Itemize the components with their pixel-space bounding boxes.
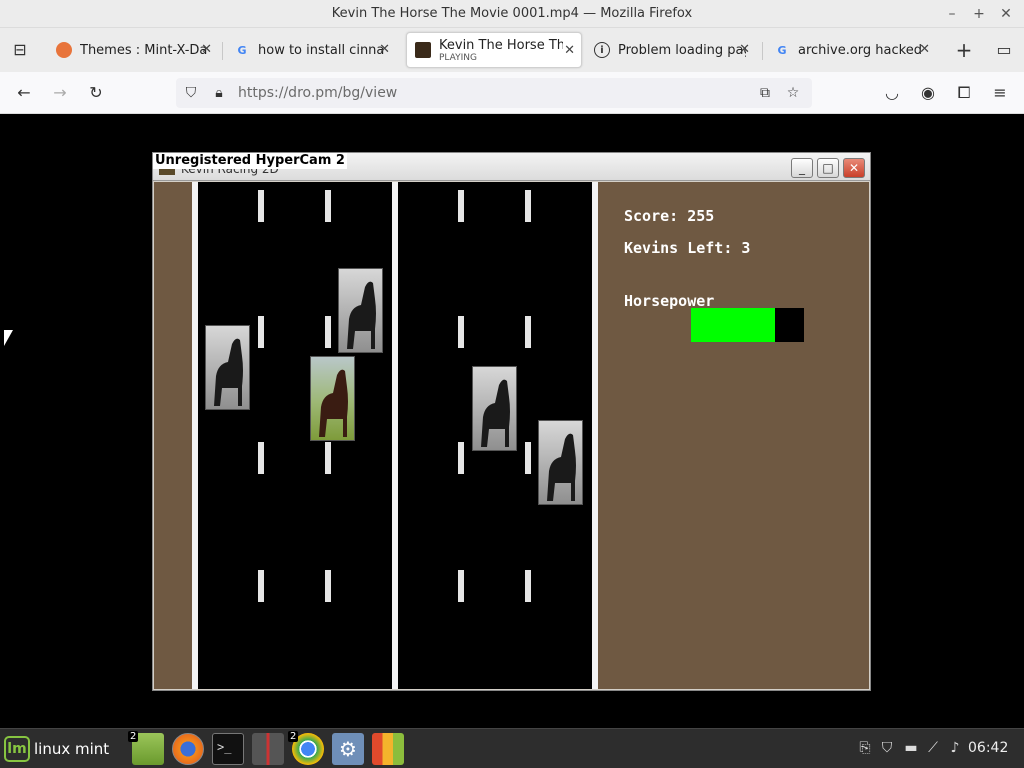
orange-circle-icon bbox=[56, 42, 72, 58]
lane-dash bbox=[258, 190, 264, 222]
horse-sprite bbox=[205, 325, 250, 410]
firefox-icon[interactable] bbox=[172, 733, 204, 765]
game-area: Score: 255 Kevins Left: 3 Horsepower bbox=[154, 182, 869, 689]
horsepower-bar bbox=[691, 308, 804, 342]
lane-dash bbox=[525, 570, 531, 602]
clipboard-icon[interactable]: ⎘ bbox=[856, 739, 874, 757]
close-tab-icon[interactable]: ✕ bbox=[564, 43, 575, 58]
files-folder-icon[interactable]: 2 bbox=[128, 731, 164, 765]
tab-label: Themes : Mint-X-Dar bbox=[80, 42, 208, 58]
network-icon[interactable]: ⟋ bbox=[924, 739, 942, 757]
tab-label: Problem loading pag bbox=[618, 42, 746, 58]
google-icon: G bbox=[777, 43, 787, 57]
tab-playing-indicator: PLAYING bbox=[439, 52, 477, 63]
window-title: Kevin The Horse The Movie 0001.mp4 — Moz… bbox=[331, 6, 693, 21]
start-menu-label: linux mint bbox=[34, 740, 110, 758]
video-player[interactable]: Unregistered HyperCam 2 Kevin Racing 2D … bbox=[0, 114, 1024, 728]
road-divider-line bbox=[392, 182, 398, 689]
horse-sprite bbox=[338, 268, 383, 353]
start-menu-button[interactable]: lm linux mint bbox=[4, 735, 109, 763]
game-minimize-icon: _ bbox=[791, 158, 813, 178]
minimize-icon[interactable]: – bbox=[942, 4, 962, 24]
lives-text: Kevins Left: 3 bbox=[624, 239, 751, 257]
close-icon[interactable]: ✕ bbox=[996, 4, 1016, 24]
settings-gear-icon[interactable]: ⚙ bbox=[332, 733, 364, 765]
system-monitor-icon[interactable] bbox=[372, 733, 404, 765]
score-text: Score: 255 bbox=[624, 207, 715, 225]
sound-icon[interactable]: ♪ bbox=[946, 739, 964, 757]
player-horse-kevin bbox=[310, 356, 355, 441]
close-tab-icon[interactable]: ✕ bbox=[739, 42, 750, 57]
tab-kevin-video[interactable]: Kevin The Horse The PLAYING ✕ bbox=[406, 32, 582, 68]
lane-dash bbox=[258, 442, 264, 474]
linux-mint-logo-icon: lm bbox=[4, 736, 30, 762]
horsepower-bar-fill bbox=[691, 308, 775, 342]
lane-dash bbox=[458, 442, 464, 474]
navigation-toolbar: ← → ↻ ⛉ 🔒︎ https://dro.pm/bg/view ⧉ ☆ ◡ … bbox=[0, 72, 1024, 114]
window-titlebar: Kevin The Horse The Movie 0001.mp4 — Moz… bbox=[0, 0, 1024, 28]
account-icon[interactable]: ◉ bbox=[916, 81, 940, 105]
lane-dash bbox=[325, 316, 331, 348]
horse-sprite bbox=[538, 420, 583, 505]
drive-icon[interactable]: ▬ bbox=[902, 739, 920, 757]
close-tab-icon[interactable]: ✕ bbox=[379, 42, 390, 57]
game-window: Unregistered HyperCam 2 Kevin Racing 2D … bbox=[152, 152, 871, 691]
road-edge-line bbox=[192, 182, 198, 689]
tab-themes[interactable]: Themes : Mint-X-Dar ✕ bbox=[48, 32, 218, 68]
lock-icon[interactable]: 🔒︎ bbox=[208, 82, 230, 104]
tab-label: archive.org hacked - bbox=[798, 42, 926, 58]
horse-sprite bbox=[472, 366, 517, 451]
lane-dash bbox=[525, 316, 531, 348]
video-thumbnail-icon bbox=[415, 42, 431, 58]
lane-dash bbox=[525, 442, 531, 474]
tab-cinnamon[interactable]: G how to install cinna ✕ bbox=[226, 32, 396, 68]
tab-problem-loading[interactable]: i Problem loading pag ✕ bbox=[586, 32, 756, 68]
tab-strip: ⊟ Themes : Mint-X-Dar ✕ G how to install… bbox=[0, 28, 1024, 72]
back-arrow-icon[interactable]: ← bbox=[12, 81, 36, 105]
info-icon: i bbox=[594, 42, 610, 58]
lane-dash bbox=[458, 190, 464, 222]
mouse-cursor-icon bbox=[4, 330, 13, 346]
bookmark-star-icon[interactable]: ☆ bbox=[782, 82, 804, 104]
lane-dash bbox=[325, 442, 331, 474]
tab-label: how to install cinna bbox=[258, 42, 385, 58]
lane-dash bbox=[458, 570, 464, 602]
media-app-icon[interactable] bbox=[252, 733, 284, 765]
game-maximize-icon: □ bbox=[817, 158, 839, 178]
url-text[interactable]: https://dro.pm/bg/view bbox=[238, 85, 397, 101]
close-tab-icon[interactable]: ✕ bbox=[919, 42, 930, 57]
close-tab-icon[interactable]: ✕ bbox=[201, 42, 212, 57]
tab-archive-org[interactable]: G archive.org hacked - ✕ bbox=[766, 32, 936, 68]
shield-icon[interactable]: ⛉ bbox=[180, 82, 202, 104]
clock[interactable]: 06:42 bbox=[968, 740, 1008, 756]
road-edge-line bbox=[592, 182, 598, 689]
forward-arrow-icon[interactable]: → bbox=[48, 81, 72, 105]
extensions-icon[interactable]: ⧠ bbox=[952, 81, 976, 105]
game-close-icon: ✕ bbox=[843, 158, 865, 178]
list-all-tabs-icon[interactable]: ▭ bbox=[992, 38, 1016, 62]
url-bar[interactable]: ⛉ 🔒︎ https://dro.pm/bg/view ⧉ ☆ bbox=[176, 78, 812, 108]
pocket-icon[interactable]: ◡ bbox=[880, 81, 904, 105]
taskbar: lm linux mint 2 >_ 2 ⚙ ⎘ ⛉ ▬ ⟋ ♪ 06:42 bbox=[0, 728, 1024, 768]
menu-hamburger-icon[interactable]: ≡ bbox=[988, 81, 1012, 105]
new-tab-icon[interactable]: + bbox=[952, 38, 976, 62]
chrome-icon[interactable]: 2 bbox=[288, 731, 324, 765]
picture-in-picture-icon[interactable]: ⧉ bbox=[754, 82, 776, 104]
shield-tray-icon[interactable]: ⛉ bbox=[878, 739, 896, 757]
lane-dash bbox=[525, 190, 531, 222]
terminal-icon[interactable]: >_ bbox=[212, 733, 244, 765]
lane-dash bbox=[258, 316, 264, 348]
hypercam-watermark: Unregistered HyperCam 2 bbox=[153, 153, 347, 169]
lane-dash bbox=[325, 570, 331, 602]
window-count-badge: 2 bbox=[288, 731, 299, 742]
maximize-icon[interactable]: + bbox=[969, 4, 989, 24]
lane-dash bbox=[258, 570, 264, 602]
lane-dash bbox=[458, 316, 464, 348]
window-count-badge: 2 bbox=[128, 731, 139, 742]
tab-overview-icon[interactable]: ⊟ bbox=[8, 38, 32, 62]
tab-label: Kevin The Horse The bbox=[439, 37, 563, 53]
reload-icon[interactable]: ↻ bbox=[84, 81, 108, 105]
google-icon: G bbox=[237, 43, 247, 57]
lane-dash bbox=[325, 190, 331, 222]
